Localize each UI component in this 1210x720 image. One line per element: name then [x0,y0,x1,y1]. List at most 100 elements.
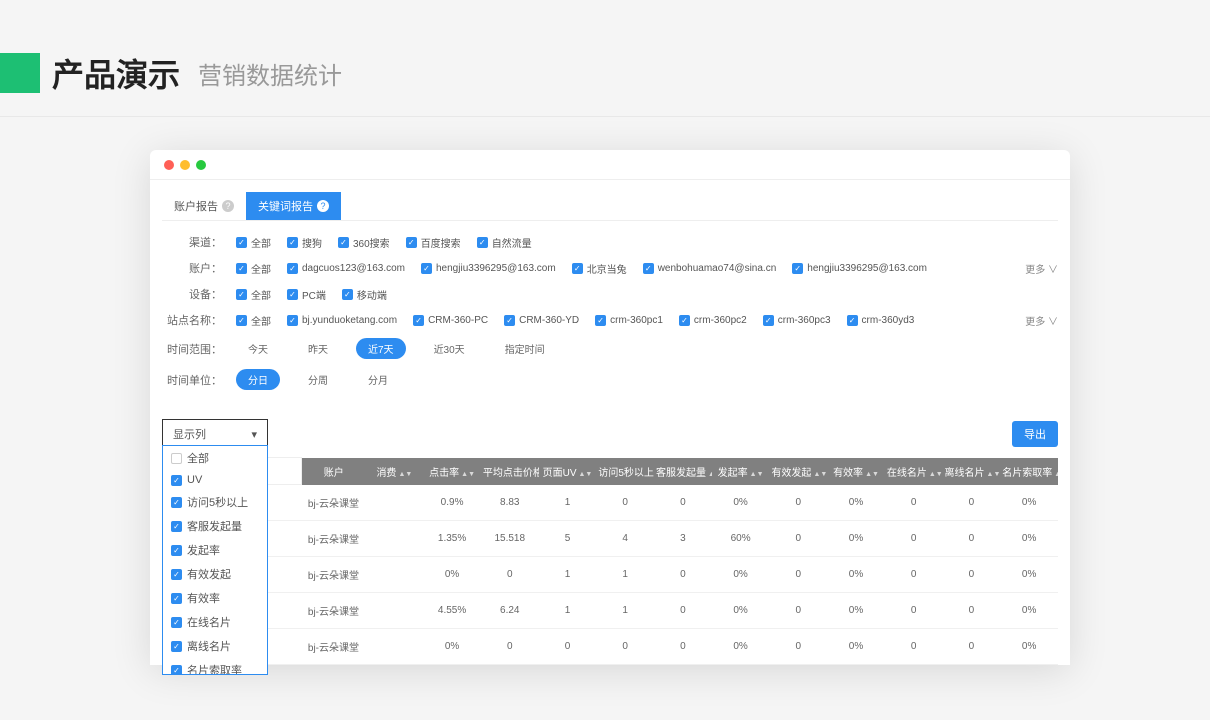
sort-icon[interactable]: ▲▼ [461,472,475,477]
filter-checkbox[interactable]: ✓ 全部 [236,313,271,328]
filter-pill[interactable]: 近30天 [422,338,477,359]
column-option[interactable]: ✓ 发起率 [163,538,267,562]
tab-keyword-report[interactable]: 关键词报告 ? [246,192,341,220]
sort-icon[interactable]: ▲▼ [987,472,1001,477]
sort-icon[interactable]: ▲▼ [865,472,879,477]
column-option[interactable]: ✓ 访问5秒以上 [163,490,267,514]
checkbox-icon: ✓ [171,665,182,676]
filter-checkbox[interactable]: ✓ 全部 [236,235,271,250]
table-cell: 3 [654,521,712,557]
filter-checkbox[interactable]: ✓ dagcuos123@163.com [287,263,405,274]
column-option[interactable]: ✓ 离线名片 [163,634,267,658]
help-icon[interactable]: ? [317,200,329,212]
maximize-icon[interactable] [196,160,206,170]
column-option[interactable]: ✓ 有效发起 [163,562,267,586]
column-header[interactable]: 消费▲▼ [366,458,424,485]
filter-checkbox[interactable]: ✓ crm-360pc1 [595,315,663,326]
filter-checkbox[interactable]: ✓ 360搜索 [338,235,390,250]
sort-icon[interactable]: ▲▼ [398,472,412,477]
column-header[interactable]: 发起率▲▼ [712,458,770,485]
table-cell: 0% [712,629,770,665]
filter-row: 时间范围： 今天昨天近7天近30天指定时间 [162,333,1058,364]
column-option[interactable]: ✓ 有效率 [163,586,267,610]
more-link[interactable]: 更多 ∨ [1025,313,1058,328]
more-link[interactable]: 更多 ∨ [1025,261,1058,276]
table-cell: 0% [827,485,885,521]
accent-block [0,53,40,93]
column-header[interactable]: 离线名片▲▼ [943,458,1001,485]
column-header[interactable]: 名片索取率▲▼ [1000,458,1058,485]
filter-checkbox[interactable]: ✓ crm-360pc2 [679,315,747,326]
sort-icon[interactable]: ▲▼ [750,472,764,477]
filter-checkbox[interactable]: ✓ CRM-360-PC [413,315,488,326]
filter-checkbox[interactable]: ✓ 搜狗 [287,235,322,250]
column-header[interactable]: 访问5秒以上▲▼ [596,458,654,485]
column-option[interactable]: ✓ 在线名片 [163,610,267,634]
column-option[interactable]: ✓ UV [163,470,267,490]
table-row[interactable]: 堂bj-云朵课堂0%01100%00%000% [163,557,1059,593]
filter-pill[interactable]: 分月 [356,369,400,390]
filter-checkbox[interactable]: ✓ crm-360yd3 [847,315,915,326]
app-window: 账户报告 ? 关键词报告 ? 渠道： ✓ 全部 ✓ 搜狗 ✓ 360搜索 ✓ 百… [150,150,1070,665]
sort-icon[interactable]: ▲▼ [929,472,943,477]
column-option[interactable]: ✓ 名片索取率 [163,658,267,675]
column-header[interactable]: 客服发起量▲▼ [654,458,712,485]
tab-account-report[interactable]: 账户报告 ? [162,192,246,220]
table-cell: 15.518 [481,521,539,557]
filter-pill[interactable]: 分日 [236,369,280,390]
column-header[interactable]: 有效率▲▼ [827,458,885,485]
filter-checkbox[interactable]: ✓ 百度搜索 [406,235,461,250]
filter-checkbox[interactable]: ✓ CRM-360-YD [504,315,579,326]
table-cell: 0 [943,593,1001,629]
checkbox-icon: ✓ [421,263,432,274]
sort-icon[interactable]: ▲▼ [1054,472,1058,477]
filter-pill[interactable]: 今天 [236,338,280,359]
column-header[interactable]: 账户 [301,458,365,485]
columns-menu[interactable]: 全部 ✓ UV ✓ 访问5秒以上 ✓ 客服发起量 ✓ 发起率 ✓ 有效发起 ✓ … [162,445,268,675]
table-row[interactable]: 堂bj-云朵课堂1.35%15.51854360%00%000% [163,521,1059,557]
column-option[interactable]: 全部 [163,446,267,470]
sort-icon[interactable]: ▲▼ [579,472,593,477]
table-row[interactable]: 堂bj-云朵课堂4.55%6.241100%00%000% [163,593,1059,629]
table-cell: 0 [654,593,712,629]
export-button[interactable]: 导出 [1012,421,1058,447]
filter-checkbox[interactable]: ✓ 移动端 [342,287,387,302]
checkbox-label: 搜狗 [302,235,322,250]
filter-checkbox[interactable]: ✓ bj.yunduoketang.com [287,315,397,326]
filter-pill[interactable]: 近7天 [356,338,406,359]
table-row[interactable]: 堂bj-云朵课堂0.9%8.831000%00%000% [163,485,1059,521]
tab-label: 账户报告 [174,198,218,214]
column-header[interactable]: 在线名片▲▼ [885,458,943,485]
checkbox-icon: ✓ [171,569,182,580]
filter-pill[interactable]: 分周 [296,369,340,390]
table-row[interactable]: bj-云朵课堂0%00000%00%000% [163,629,1059,665]
column-header[interactable]: 有效发起▲▼ [769,458,827,485]
column-header[interactable]: 页面UV▲▼ [539,458,597,485]
filter-checkbox[interactable]: ✓ 全部 [236,261,271,276]
filter-checkbox[interactable]: ✓ PC端 [287,287,326,302]
help-icon[interactable]: ? [222,200,234,212]
checkbox-icon: ✓ [287,289,298,300]
checkbox-icon: ✓ [504,315,515,326]
table-cell: 0 [943,485,1001,521]
filter-checkbox[interactable]: ✓ crm-360pc3 [763,315,831,326]
table-cell: 0 [769,521,827,557]
checkbox-icon: ✓ [171,497,182,508]
filter-checkbox[interactable]: ✓ hengjiu3396295@163.com [421,263,556,274]
column-option[interactable]: ✓ 客服发起量 [163,514,267,538]
filter-pill[interactable]: 昨天 [296,338,340,359]
checkbox-label: 北京当兔 [587,261,627,276]
sort-icon[interactable]: ▲▼ [813,472,827,477]
filter-checkbox[interactable]: ✓ 全部 [236,287,271,302]
minimize-icon[interactable] [180,160,190,170]
column-header[interactable]: 平均点击价格(元)▲▼ [481,458,539,485]
filter-pill[interactable]: 指定时间 [493,338,557,359]
filter-checkbox[interactable]: ✓ 自然流量 [477,235,532,250]
table-cell: 0% [827,557,885,593]
close-icon[interactable] [164,160,174,170]
filter-checkbox[interactable]: ✓ hengjiu3396295@163.com [792,263,927,274]
checkbox-icon: ✓ [236,263,247,274]
filter-checkbox[interactable]: ✓ wenbohuamao74@sina.cn [643,263,777,274]
column-header[interactable]: 点击率▲▼ [423,458,481,485]
filter-checkbox[interactable]: ✓ 北京当兔 [572,261,627,276]
